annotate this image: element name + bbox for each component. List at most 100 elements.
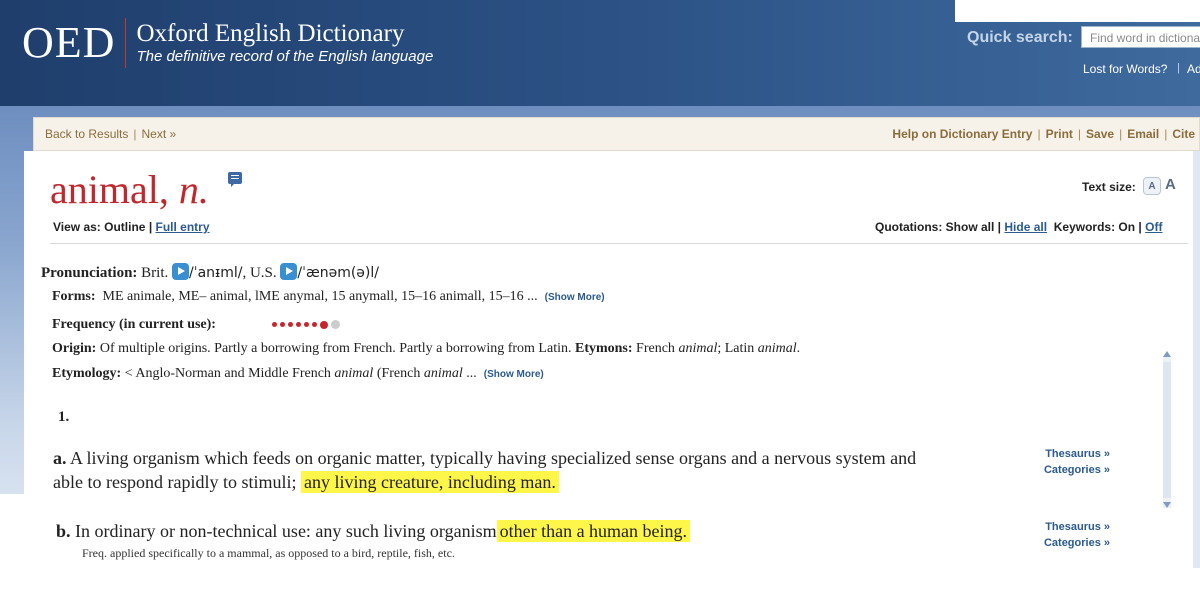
etymology-text-1: < Anglo-Norman and Middle French (124, 366, 331, 381)
panel-left-margin (0, 494, 24, 568)
back-to-results-link[interactable]: Back to Results (45, 127, 128, 141)
us-ipa: /ˈænəm(ə)l/ (297, 265, 379, 281)
view-as-outline[interactable]: View as: Outline (53, 220, 145, 234)
pronunciation-label: Pronunciation: (41, 265, 138, 281)
etymology-row: Etymology: < Anglo-Norman and Middle Fre… (52, 366, 544, 382)
sense-a-definition: a. A living organism which feeds on orga… (53, 446, 933, 494)
origin-row: Origin: Of multiple origins. Partly a bo… (52, 341, 800, 357)
origin-label: Origin: (52, 341, 97, 356)
headword-text: animal, (50, 167, 169, 212)
sense-a-label: a. (53, 448, 67, 468)
logo-divider (125, 18, 127, 68)
sense-a-highlight: any living creature, including man. (300, 471, 559, 493)
etymology-label: Etymology: (52, 366, 122, 381)
entry-panel (24, 151, 1193, 568)
etymology-ellipsis: ... (466, 366, 477, 381)
sense-a-categories-link[interactable]: Categories » (1044, 462, 1110, 478)
sense-number: 1. (58, 409, 70, 425)
forms-row: Forms: ME animale, ME– animal, lME anyma… (52, 289, 605, 305)
frequency-dot-filled (272, 322, 277, 327)
panel-right-edge (1193, 151, 1200, 568)
etymons-word-2: animal (757, 341, 797, 356)
toolbar-separator: | (1077, 127, 1082, 141)
play-audio-us-icon[interactable] (280, 263, 298, 280)
sense-b-definition: b. In ordinary or non-technical use: any… (56, 519, 936, 543)
etymology-word-2: animal (423, 366, 463, 381)
email-link[interactable]: Email (1127, 127, 1159, 141)
sense-b-text: In ordinary or non-technical use: any su… (75, 521, 497, 541)
advanced-search-link[interactable]: Ad (1187, 62, 1200, 76)
toolbar-separator: | (1164, 127, 1168, 141)
frequency-dot-empty (331, 320, 340, 329)
sense-b-highlight: other than a human being. (496, 520, 691, 542)
etymology-show-more-link[interactable]: (Show More) (484, 369, 544, 380)
quotations-keywords-control: Quotations: Show all | Hide all Keywords… (875, 220, 1163, 234)
frequency-dot-filled (304, 322, 309, 327)
us-label: , U.S. (242, 265, 277, 281)
scrollbar-thumb[interactable] (1163, 362, 1171, 498)
etymons-word-1: animal (678, 341, 718, 356)
save-link[interactable]: Save (1086, 127, 1114, 141)
frequency-label: Frequency (in current use): (52, 317, 216, 332)
next-link[interactable]: Next » (142, 127, 177, 141)
view-as-control: View as: Outline | Full entry (53, 220, 210, 234)
keywords-off-link[interactable]: Off (1145, 220, 1162, 234)
etymons-end: . (796, 341, 801, 356)
quotations-show-all[interactable]: Quotations: Show all (875, 220, 994, 234)
scroll-up-arrow-icon[interactable] (1163, 351, 1171, 357)
page-bottom (0, 568, 1200, 600)
frequency-dot-filled (320, 320, 328, 329)
sense-b-categories-link[interactable]: Categories » (1044, 535, 1110, 551)
logo-titles: Oxford English Dictionary The definitive… (136, 20, 433, 66)
toolbar-separator: | (133, 127, 137, 141)
site-tagline: The definitive record of the English lan… (136, 48, 434, 65)
etymology-text-2: (French (376, 366, 421, 381)
etymons-label: Etymons: (574, 341, 633, 356)
entry-toolbar: Back to Results | Next » Help on Dictionar… (33, 117, 1200, 151)
etymons-text-2: ; Latin (717, 341, 755, 356)
toolbar-actions: Help on Dictionary Entry | Print | Save | Emai… (892, 127, 1195, 141)
frequency-dot-filled (312, 322, 317, 327)
sense-b-thesaurus-link[interactable]: Thesaurus » (1044, 519, 1110, 535)
toolbar-separator: | (1037, 127, 1041, 141)
quick-search-input[interactable]: Find word in dictionary (1081, 26, 1200, 48)
site-title: Oxford English Dictionary (136, 20, 405, 47)
print-link[interactable]: Print (1046, 127, 1073, 141)
forms-text: ME animale, ME– animal, lME anymal, 15 a… (102, 289, 538, 304)
frequency-dot-filled (280, 322, 285, 327)
text-size-large-button[interactable]: A (1165, 176, 1176, 193)
part-of-speech: n. (178, 167, 209, 212)
brit-label: Brit. (141, 265, 169, 281)
sense-b-links: Thesaurus » Categories » (1044, 519, 1110, 551)
comment-icon-lines (231, 175, 239, 176)
sense-b-note: Freq. applied specifically to a mammal, … (82, 546, 455, 560)
forms-show-more-link[interactable]: (Show More) (545, 292, 605, 303)
origin-text: Of multiple origins. Partly a borrowing … (99, 341, 572, 356)
keywords-on[interactable]: Keywords: On (1054, 220, 1135, 234)
frequency-dot-filled (296, 322, 301, 327)
full-entry-link[interactable]: Full entry (156, 220, 210, 234)
pronunciation-row: Pronunciation: Brit. /ˈanᵻml/, U.S. /ˈæn… (41, 263, 379, 282)
etymology-word-1: animal (334, 366, 374, 381)
frequency-dot-filled (288, 322, 293, 327)
comment-icon[interactable] (228, 172, 242, 187)
frequency-meter (272, 320, 340, 329)
text-size-label: Text size: (1082, 180, 1136, 194)
sense-a-thesaurus-link[interactable]: Thesaurus » (1044, 446, 1110, 462)
scroll-down-arrow-icon[interactable] (1163, 502, 1171, 508)
cite-link[interactable]: Cite (1172, 127, 1195, 141)
sense-b-label: b. (56, 521, 71, 541)
lost-for-words-link[interactable]: Lost for Words? (1083, 62, 1167, 76)
help-link[interactable]: Help on Dictionary Entry (892, 127, 1032, 141)
toolbar-separator: | (1119, 127, 1123, 141)
play-audio-brit-icon[interactable] (172, 263, 189, 280)
logo-oed-text: OED (22, 18, 116, 67)
hide-all-link[interactable]: Hide all (1004, 220, 1047, 234)
forms-label: Forms: (52, 289, 96, 304)
quick-search-label: Quick search: (967, 29, 1073, 46)
brit-ipa: /ˈanᵻml/ (189, 265, 243, 281)
oed-logo[interactable]: OED Oxford English Dictionary The defini… (22, 18, 433, 68)
toolbar-nav: Back to Results | Next » (45, 127, 176, 141)
top-right-blank (955, 0, 1200, 22)
text-size-small-button[interactable]: A (1143, 177, 1161, 195)
